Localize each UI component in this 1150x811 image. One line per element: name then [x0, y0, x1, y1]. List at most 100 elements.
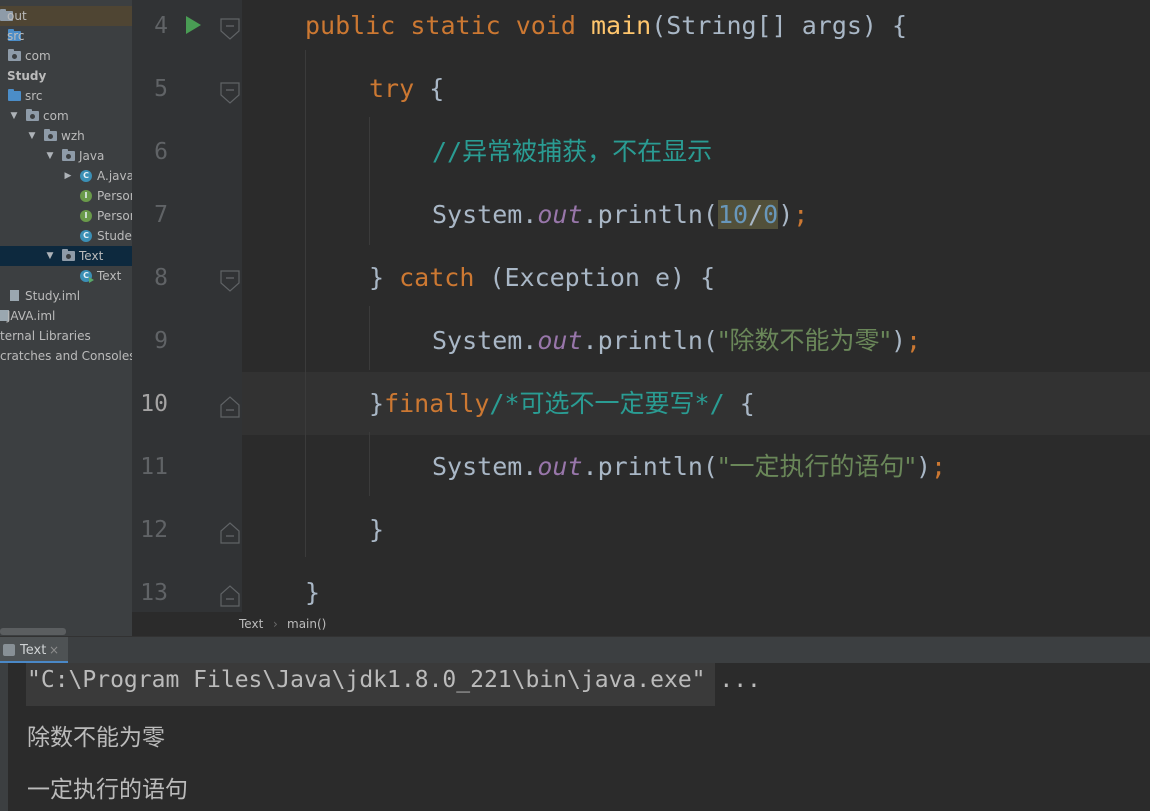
code-token: .println( — [582, 452, 718, 481]
code-token: 异常被捕获，不在显示 — [462, 137, 713, 166]
tree-item[interactable]: ▼ com — [0, 106, 132, 126]
fold-marker-icon[interactable] — [220, 270, 240, 292]
tree-item[interactable]: src — [0, 86, 132, 106]
tree-item-label: Text — [79, 249, 104, 263]
line-number[interactable]: 11 — [132, 441, 168, 504]
breadcrumb: Text › main() — [132, 612, 1150, 636]
interface-icon: I — [80, 190, 92, 202]
code-line-6[interactable]: //异常被捕获，不在显示 — [432, 126, 712, 189]
tree-item-label: Studer — [97, 229, 132, 243]
tree-item-label: src — [7, 29, 25, 43]
code-token: 10 — [717, 200, 749, 229]
tree-item[interactable]: out — [0, 6, 132, 26]
tree-item-label: wzh — [61, 129, 85, 143]
fold-marker-icon[interactable] — [220, 396, 240, 418]
console-output-line: 一定执行的语句 — [27, 777, 188, 803]
code-token: ; — [906, 326, 922, 355]
indent-guide — [369, 117, 370, 245]
fold-marker-icon[interactable] — [220, 585, 240, 607]
tree-item-label: Study — [7, 69, 47, 83]
code-token: ; — [931, 452, 947, 481]
code-token: "一定执行的语句" — [717, 452, 916, 481]
line-number[interactable]: 8 — [132, 252, 168, 315]
tree-item[interactable]: ▼ wzh — [0, 126, 132, 146]
code-line-4[interactable]: public static void main(String[] args) { — [305, 0, 907, 63]
tree-item[interactable]: Study.iml — [0, 286, 132, 306]
breadcrumb-method[interactable]: main() — [287, 612, 326, 636]
chevron-down-icon[interactable]: ▼ — [26, 126, 38, 146]
code-token: out — [537, 452, 583, 481]
run-console[interactable]: "C:\Program Files\Java\jdk1.8.0_221\bin\… — [0, 663, 1150, 811]
fold-marker-icon[interactable] — [220, 522, 240, 544]
scrollbar-thumb[interactable] — [0, 628, 66, 635]
class-icon: C — [80, 230, 92, 242]
line-number[interactable]: 9 — [132, 315, 168, 378]
tree-item[interactable]: ▼ Java — [0, 146, 132, 166]
console-output-line: 除数不能为零 — [27, 725, 165, 751]
code-line-10[interactable]: }finally/*可选不一定要写*/ { — [369, 378, 755, 441]
code-line-8[interactable]: } catch (Exception e) { — [369, 252, 715, 315]
code-token: } — [369, 263, 400, 292]
code-token: .println( — [582, 200, 718, 229]
tree-item[interactable]: C Studer — [0, 226, 132, 246]
tree-item[interactable]: cratches and Consoles — [0, 346, 132, 366]
code-line-13[interactable]: } — [305, 567, 320, 612]
line-number[interactable]: 7 — [132, 189, 168, 252]
chevron-down-icon[interactable]: ▼ — [44, 246, 56, 266]
tree-item[interactable]: ▼ Text — [0, 246, 132, 266]
code-token: /* — [489, 389, 520, 418]
project-tree: out src com Study src ▼ com ▼ wzh ▼ Java ▶ C A.java I P… — [0, 0, 132, 636]
code-line-9[interactable]: System.out.println("除数不能为零"); — [432, 315, 921, 378]
fold-marker-icon[interactable] — [220, 18, 240, 40]
fold-marker-icon[interactable] — [220, 82, 240, 104]
code-line-11[interactable]: System.out.println("一定执行的语句"); — [432, 441, 946, 504]
close-icon[interactable]: × — [49, 637, 59, 664]
chevron-down-icon[interactable]: ▼ — [44, 146, 56, 166]
line-number[interactable]: 4 — [132, 0, 168, 63]
class-icon: C — [80, 170, 92, 182]
code-token: } — [369, 389, 385, 418]
iml-file-icon — [10, 290, 19, 301]
code-token: ) — [778, 200, 794, 229]
line-number[interactable]: 12 — [132, 504, 168, 567]
run-tool-window-header: Text × — [0, 636, 1150, 664]
code-token: out — [537, 326, 583, 355]
run-tab[interactable]: Text × — [0, 637, 68, 664]
code-token: System. — [432, 326, 538, 355]
tree-item-label: out — [7, 9, 27, 23]
code-line-12[interactable]: } — [369, 504, 384, 567]
code-token: .println( — [582, 326, 718, 355]
console-command-line[interactable]: "C:\Program Files\Java\jdk1.8.0_221\bin\… — [27, 667, 761, 693]
breadcrumb-class[interactable]: Text — [239, 612, 263, 636]
package-icon — [8, 49, 21, 61]
chevron-right-icon[interactable]: ▶ — [62, 166, 74, 186]
code-token: ; — [793, 200, 809, 229]
tree-item[interactable]: C Text — [0, 266, 132, 286]
code-token: System. — [432, 452, 538, 481]
code-token: ) — [915, 452, 932, 481]
tree-item-label: ternal Libraries — [0, 329, 91, 343]
tree-item-label: Text — [97, 269, 122, 283]
code-token: out — [537, 200, 583, 229]
line-number[interactable]: 5 — [132, 63, 168, 126]
code-editor[interactable]: public static void main(String[] args) {… — [242, 0, 1150, 612]
tree-item[interactable]: I Person — [0, 206, 132, 226]
code-token: } — [305, 578, 321, 607]
tree-item[interactable]: Study — [0, 66, 132, 86]
line-number[interactable]: 10 — [132, 378, 168, 441]
tree-item[interactable]: I Person — [0, 186, 132, 206]
tree-item[interactable]: JAVA.iml — [0, 306, 132, 326]
code-token: 可选不一定要写 — [519, 389, 695, 418]
code-line-5[interactable]: try { — [369, 63, 444, 126]
code-token: { — [724, 389, 755, 418]
tree-item[interactable]: com — [0, 46, 132, 66]
code-line-7[interactable]: System.out.println(10/0); — [432, 189, 808, 252]
tree-item[interactable]: ▶ C A.java — [0, 166, 132, 186]
project-tree-scrollbar[interactable] — [0, 627, 132, 636]
tree-item[interactable]: src — [0, 26, 132, 46]
tree-item[interactable]: ternal Libraries — [0, 326, 132, 346]
chevron-down-icon[interactable]: ▼ — [8, 106, 20, 126]
line-number[interactable]: 6 — [132, 126, 168, 189]
run-main-icon[interactable] — [186, 16, 201, 34]
code-token: / — [748, 200, 764, 229]
